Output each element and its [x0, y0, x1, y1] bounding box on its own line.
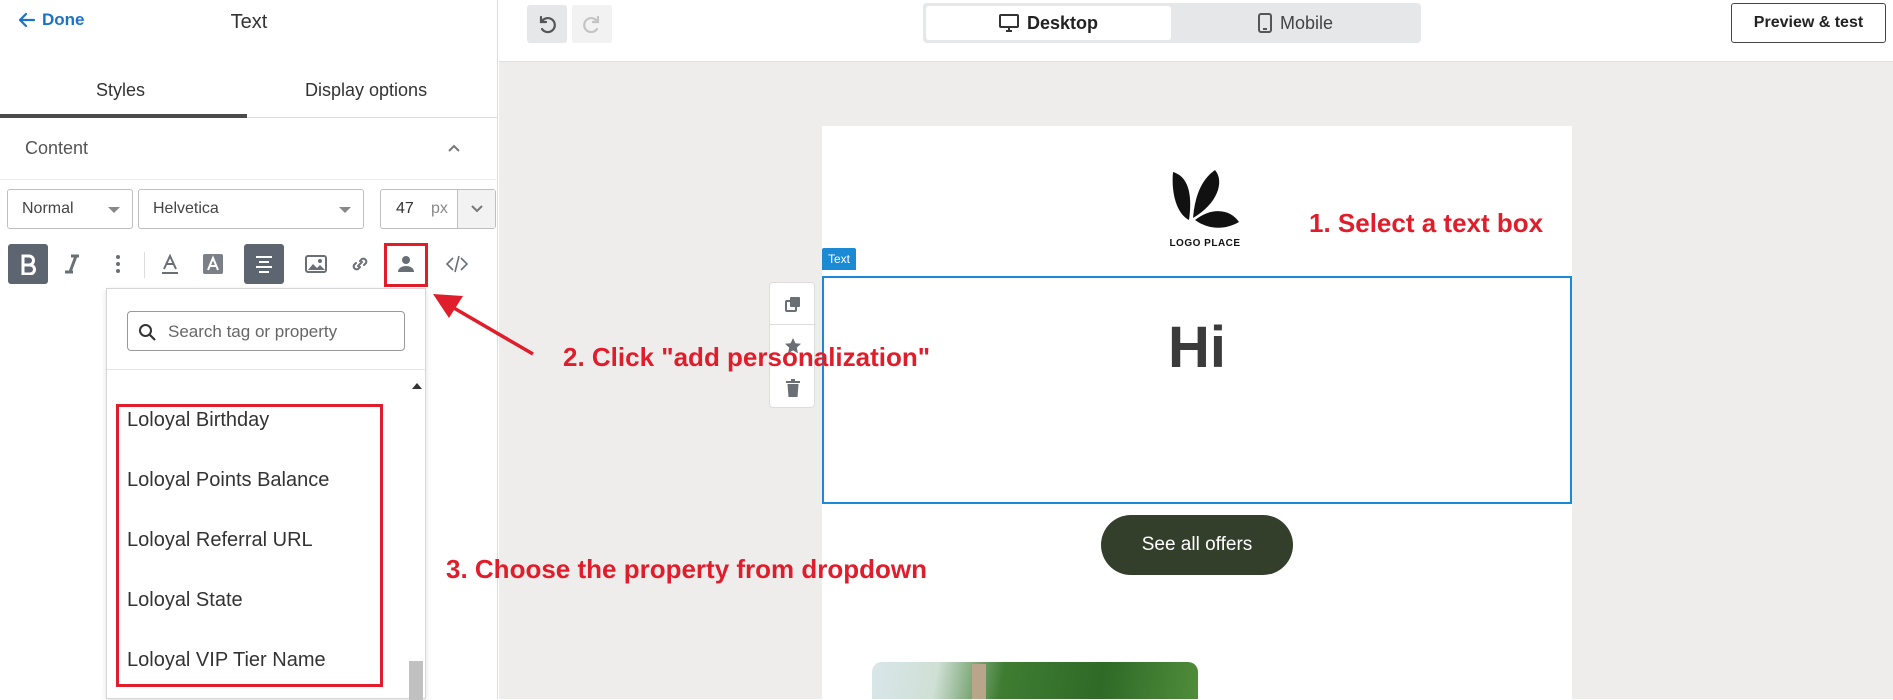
align-center-icon: [256, 256, 272, 273]
device-view-toggle: Desktop Mobile: [923, 3, 1421, 43]
source-code-button[interactable]: [437, 244, 477, 284]
logo-text: LOGO PLACE: [1169, 238, 1241, 249]
annotation-step-3: 3. Choose the property from dropdown: [446, 554, 928, 584]
tab-styles[interactable]: Styles: [96, 80, 145, 101]
undo-icon: [539, 15, 556, 34]
leaf-logo-icon: [1172, 170, 1239, 228]
logo[interactable]: LOGO PLACE: [1155, 164, 1255, 250]
font-size-field[interactable]: 47 px: [380, 189, 496, 229]
paragraph-style-value: Normal: [22, 200, 74, 217]
property-search-input[interactable]: Search tag or property: [127, 311, 405, 351]
annotation-list-highlight: [116, 404, 383, 687]
content-section-label: Content: [25, 138, 89, 158]
editor-topbar: Desktop Mobile Preview & test: [499, 0, 1893, 62]
italic-button[interactable]: [52, 244, 92, 284]
font-family-value: Helvetica: [153, 200, 219, 217]
duplicate-block-button[interactable]: [770, 283, 816, 325]
undo-button[interactable]: [527, 5, 567, 43]
chevron-up-icon[interactable]: [446, 140, 462, 156]
panel-header: Done Text: [0, 0, 498, 44]
chevron-down-icon: [471, 205, 483, 213]
email-photo[interactable]: [872, 662, 1198, 699]
mobile-view-button[interactable]: Mobile: [1173, 6, 1418, 40]
caret-down-icon: [339, 207, 351, 213]
search-placeholder: Search tag or property: [168, 322, 338, 341]
bold-icon: [21, 254, 36, 275]
highlight-color-icon: [203, 254, 223, 274]
delete-block-button[interactable]: [770, 367, 816, 409]
highlight-color-button[interactable]: [193, 244, 233, 284]
annotation-step-1: 1. Select a text box: [1309, 208, 1544, 238]
dropdown-scrollbar[interactable]: [407, 379, 425, 700]
mobile-label: Mobile: [1279, 12, 1334, 33]
search-icon: [139, 324, 156, 341]
photo-tower: [972, 664, 986, 699]
dropdown-divider: [107, 369, 427, 370]
annotation-step-2: 2. Click "add personalization": [563, 342, 931, 372]
more-options-button[interactable]: [98, 244, 138, 284]
toolbar-divider: [144, 252, 145, 278]
image-icon: [305, 255, 327, 273]
paragraph-style-select[interactable]: Normal: [7, 189, 133, 229]
annotation-arrow-icon: [433, 294, 534, 356]
annotation-highlight-box: [384, 243, 428, 287]
selected-text-block[interactable]: Hi: [822, 276, 1572, 504]
tab-display-options[interactable]: Display options: [305, 80, 427, 101]
code-icon: [446, 255, 468, 273]
redo-button[interactable]: [572, 5, 612, 43]
scrollbar-thumb[interactable]: [409, 661, 423, 700]
text-color-button[interactable]: [150, 244, 190, 284]
font-family-select[interactable]: Helvetica: [138, 189, 364, 229]
mobile-icon: [1257, 13, 1272, 33]
desktop-icon: [998, 14, 1019, 32]
more-vertical-icon: [116, 255, 120, 273]
font-size-value[interactable]: 47: [396, 200, 414, 218]
see-all-offers-button[interactable]: See all offers: [1101, 515, 1293, 575]
content-section-header[interactable]: Content: [0, 118, 498, 180]
font-size-unit: px: [431, 200, 448, 217]
headline-text[interactable]: Hi: [824, 314, 1570, 381]
panel-title: Text: [230, 11, 268, 33]
align-center-button[interactable]: [244, 244, 284, 284]
bold-button[interactable]: [8, 244, 48, 284]
preview-test-button[interactable]: Preview & test: [1731, 3, 1886, 43]
link-icon: [352, 257, 368, 271]
block-type-tag: Text: [822, 248, 857, 270]
redo-icon: [583, 15, 600, 34]
duplicate-icon: [785, 297, 800, 312]
caret-down-icon: [108, 207, 120, 213]
scroll-up-icon[interactable]: [412, 383, 422, 389]
text-color-icon: [162, 253, 178, 274]
panel-tabs: Styles Display options: [0, 70, 498, 118]
insert-image-button[interactable]: [296, 244, 336, 284]
font-size-dropdown-button[interactable]: [457, 190, 495, 228]
italic-icon: [65, 254, 79, 274]
desktop-label: Desktop: [1026, 12, 1098, 33]
insert-link-button[interactable]: [340, 244, 380, 284]
trash-icon: [786, 379, 800, 397]
desktop-view-button[interactable]: Desktop: [926, 6, 1171, 40]
